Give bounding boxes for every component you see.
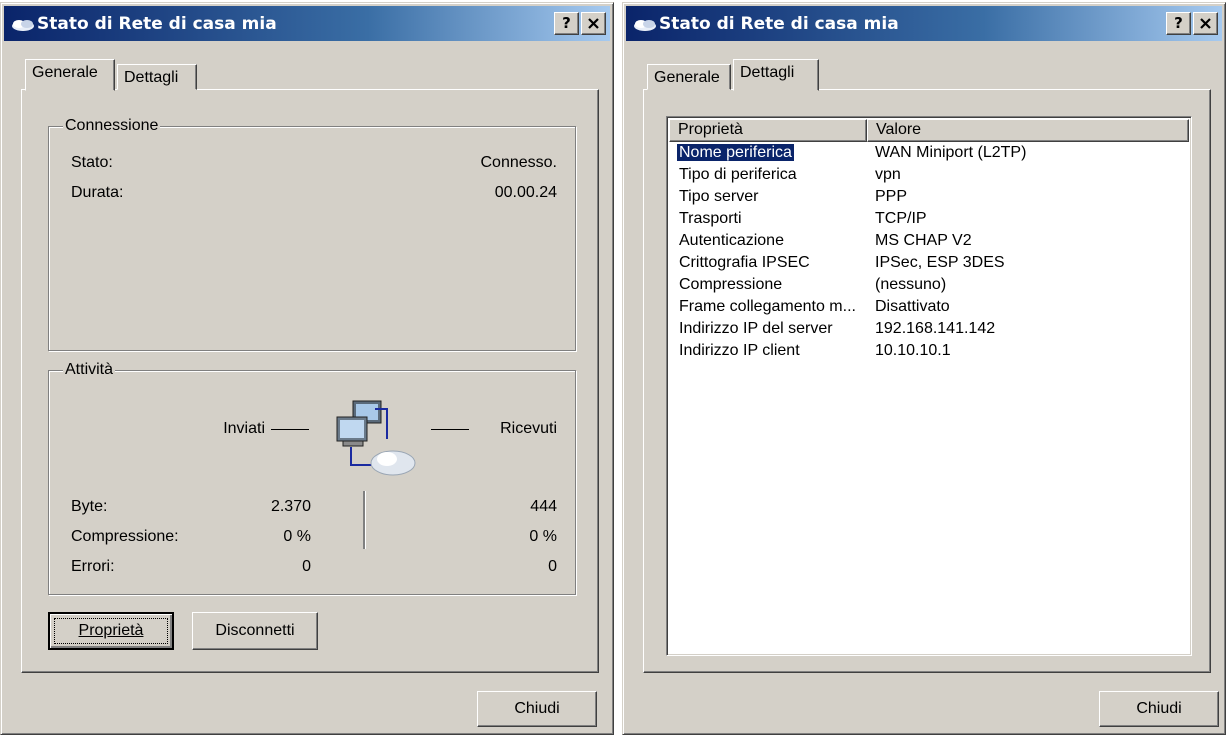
row-value: WAN Miniport (L2TP) (875, 144, 1027, 161)
tab-details[interactable]: Dettagli (117, 64, 197, 90)
network-activity-icon (336, 400, 416, 476)
details-row[interactable]: Tipo server PPP (669, 186, 1189, 208)
row-property: Trasporti (679, 210, 742, 227)
group-legend-activity: Attività (63, 360, 116, 380)
errors-received: 0 (548, 558, 557, 575)
window-title: Stato di Rete di casa mia (37, 14, 277, 34)
close-icon (588, 18, 599, 29)
disconnect-button-label: Disconnetti (215, 622, 295, 639)
row-property: Indirizzo IP client (679, 342, 800, 359)
details-row[interactable]: Nome periferica WAN Miniport (L2TP) (669, 142, 1189, 164)
details-row[interactable]: Tipo di periferica vpn (669, 164, 1189, 186)
help-button[interactable]: ? (554, 12, 579, 35)
tab-details-label: Dettagli (740, 64, 795, 81)
row-value: 192.168.141.142 (875, 320, 996, 337)
status-dialog-general: Stato di Rete di casa mia ? Connessione … (0, 2, 614, 735)
row-property: Tipo di periferica (679, 166, 797, 183)
column-header-value-label: Valore (876, 121, 922, 138)
window-title: Stato di Rete di casa mia (659, 14, 899, 34)
bytes-label: Byte: (71, 498, 108, 515)
row-property: Tipo server (679, 188, 759, 205)
activity-divider (363, 491, 365, 549)
bytes-received: 444 (530, 498, 557, 515)
close-button[interactable]: Chiudi (477, 691, 597, 727)
title-bar[interactable]: Stato di Rete di casa mia ? (4, 6, 610, 41)
details-row[interactable]: Trasporti TCP/IP (669, 208, 1189, 230)
status-label: Stato: (71, 154, 113, 171)
column-header-property[interactable]: Proprietà (669, 119, 867, 142)
close-button-label: Chiudi (1136, 700, 1182, 717)
row-value: vpn (875, 166, 901, 183)
focus-rect (54, 618, 168, 644)
received-label: Ricevuti (500, 420, 557, 437)
details-row[interactable]: Indirizzo IP del server 192.168.141.142 (669, 318, 1189, 340)
errors-label: Errori: (71, 558, 115, 575)
details-row[interactable]: Frame collegamento m... Disattivato (669, 296, 1189, 318)
errors-sent: 0 (302, 558, 311, 575)
network-cloud-icon (634, 20, 656, 31)
sent-line (271, 429, 309, 430)
title-bar[interactable]: Stato di Rete di casa mia ? (626, 6, 1222, 41)
tab-details-label: Dettagli (124, 69, 179, 86)
row-value: Disattivato (875, 298, 950, 315)
tab-general-label: Generale (654, 69, 720, 86)
close-window-button[interactable] (1193, 12, 1218, 35)
tab-panel-details: Proprietà Valore Nome periferica WAN Min… (643, 89, 1211, 673)
close-icon (1200, 18, 1211, 29)
disconnect-button[interactable]: Disconnetti (192, 612, 318, 650)
duration-value: 00.00.24 (494, 184, 557, 201)
compression-received: 0 % (529, 528, 557, 545)
listview-header: Proprietà Valore (669, 119, 1189, 142)
connection-group: Connessione Stato: Connesso. Durata: 00.… (48, 116, 576, 351)
tab-general[interactable]: Generale (647, 64, 731, 90)
details-row[interactable]: Indirizzo IP client 10.10.10.1 (669, 340, 1189, 362)
row-value: MS CHAP V2 (875, 232, 972, 249)
row-property: Compressione (679, 276, 783, 293)
properties-button[interactable]: Proprietà (48, 612, 174, 650)
close-window-button[interactable] (581, 12, 606, 35)
details-row[interactable]: Autenticazione MS CHAP V2 (669, 230, 1189, 252)
row-value: IPSec, ESP 3DES (875, 254, 1005, 271)
duration-label: Durata: (71, 184, 124, 201)
column-header-value[interactable]: Valore (867, 119, 1189, 142)
tab-panel-general: Connessione Stato: Connesso. Durata: 00.… (21, 89, 599, 673)
network-cloud-icon (12, 20, 34, 31)
status-dialog-details: Stato di Rete di casa mia ? Proprietà Va… (622, 2, 1226, 735)
sent-label: Inviati (223, 420, 265, 437)
row-property: Indirizzo IP del server (679, 320, 833, 337)
column-header-property-label: Proprietà (678, 121, 743, 138)
status-value: Connesso. (480, 154, 558, 171)
details-row[interactable]: Crittografia IPSEC IPSec, ESP 3DES (669, 252, 1189, 274)
close-button[interactable]: Chiudi (1099, 691, 1219, 727)
compression-sent: 0 % (283, 528, 311, 545)
row-property: Crittografia IPSEC (679, 254, 810, 271)
row-property: Frame collegamento m... (679, 298, 856, 315)
activity-group: Attività Inviati Ricevuti Byte: 2.370 44… (48, 360, 576, 595)
row-value: TCP/IP (875, 210, 927, 227)
row-property: Nome periferica (676, 143, 795, 162)
compression-label: Compressione: (71, 528, 179, 545)
received-line (431, 429, 469, 430)
row-property: Autenticazione (679, 232, 784, 249)
details-listview[interactable]: Proprietà Valore Nome periferica WAN Min… (666, 116, 1192, 656)
details-row[interactable]: Compressione (nessuno) (669, 274, 1189, 296)
tab-general[interactable]: Generale (25, 59, 115, 91)
group-legend-connection: Connessione (63, 116, 161, 136)
row-value: PPP (875, 188, 908, 205)
tab-details[interactable]: Dettagli (733, 59, 819, 91)
row-value: 10.10.10.1 (875, 342, 951, 359)
row-value: (nessuno) (875, 276, 947, 293)
help-button[interactable]: ? (1166, 12, 1191, 35)
tab-general-label: Generale (32, 64, 98, 81)
bytes-sent: 2.370 (270, 498, 311, 515)
close-button-label: Chiudi (514, 700, 560, 717)
